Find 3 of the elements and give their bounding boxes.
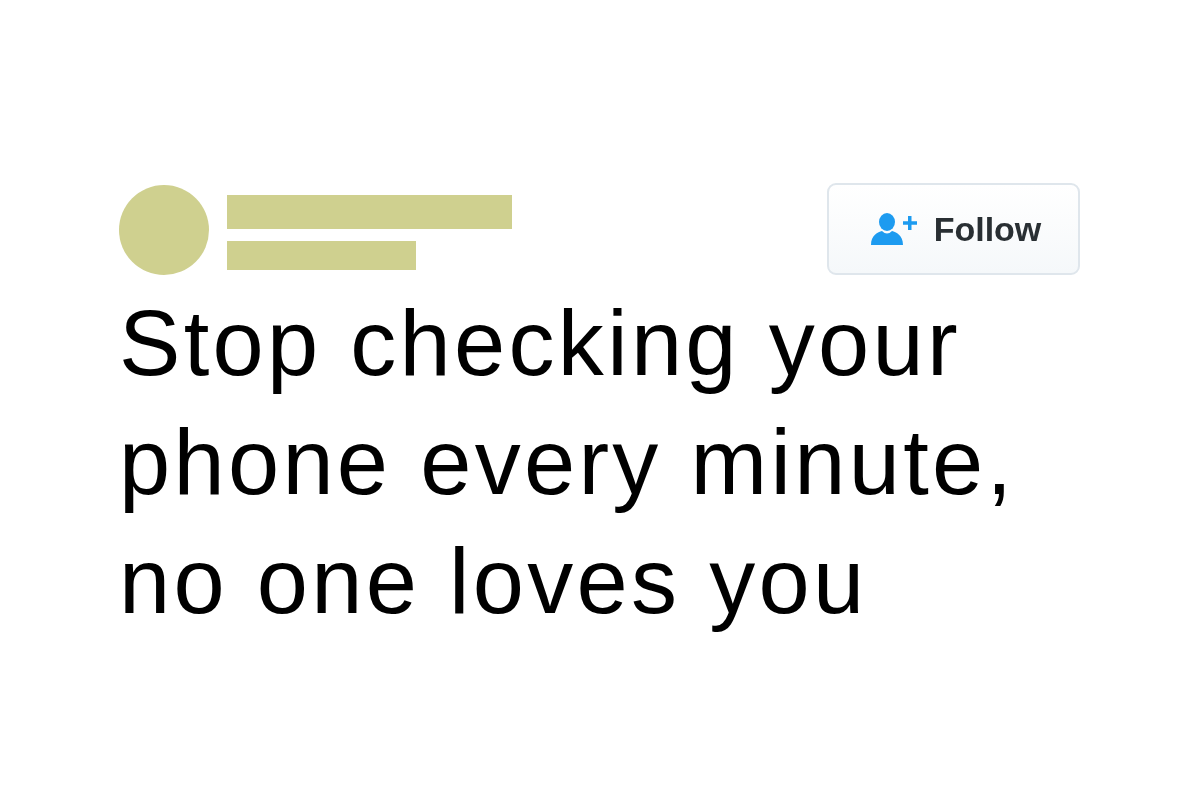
person-add-icon bbox=[869, 213, 918, 245]
follow-button[interactable]: Follow bbox=[827, 183, 1080, 275]
post-text: Stop checking your phone every minute, no one loves you bbox=[119, 291, 1017, 634]
